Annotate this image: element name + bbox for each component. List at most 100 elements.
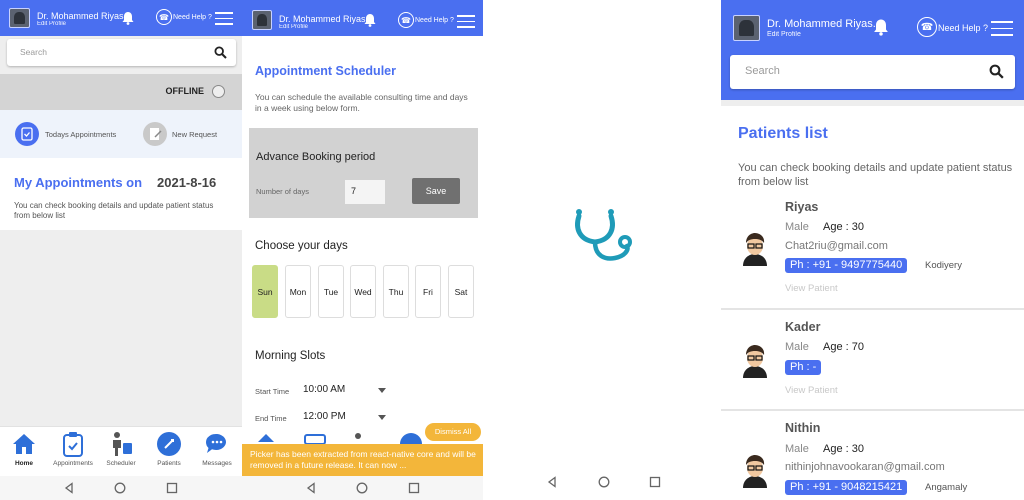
home-circle-icon[interactable] [598,476,610,488]
nav-home-label: Home [14,460,34,467]
need-help-link[interactable]: Need Help ? [173,14,212,21]
patient-phone[interactable]: Ph : +91 - 9048215421 [785,480,908,495]
nav-appointments-label: Appointments [53,460,93,467]
search-bar[interactable]: Search [7,39,236,66]
search-bar[interactable]: Search [730,55,1015,89]
start-time-select[interactable]: 10:00 AM [303,384,345,395]
menu-icon[interactable] [457,15,475,32]
chevron-down-icon[interactable] [378,415,386,420]
recents-icon[interactable] [408,482,420,494]
todays-appointments-button[interactable]: Todays Appointments [45,130,116,139]
patient-email: Chat2riu@gmail.com [785,240,888,252]
menu-icon[interactable] [991,21,1013,40]
patient-phone[interactable]: Ph : +91 - 9497775440 [785,258,908,273]
bell-icon[interactable] [362,12,378,28]
bell-icon[interactable] [871,17,891,37]
patients-icon [157,432,181,456]
status-toggle[interactable] [212,85,225,98]
nav-patients[interactable]: Patients [145,431,193,467]
new-request-icon[interactable] [143,122,167,146]
patient-avatar [743,455,767,488]
day-fri[interactable]: Fri [415,265,441,318]
day-thu[interactable]: Thu [383,265,409,318]
whatsapp-icon[interactable]: ☎ [156,9,172,25]
bell-icon[interactable] [120,10,136,26]
choose-days-heading: Choose your days [255,240,348,252]
patient-card[interactable]: Nithin Male Age : 30 nithinjohnavookaran… [721,419,1024,500]
chevron-down-icon[interactable] [378,388,386,393]
search-input[interactable]: Search [745,65,780,77]
my-appointments-card: My Appointments on 2021-8-16 You can che… [0,158,242,230]
nav-scheduler-label: Scheduler [106,460,136,467]
search-icon[interactable] [214,46,227,59]
appointments-title: My Appointments on [14,175,143,190]
edit-profile-link[interactable]: Edit Profile [279,24,308,30]
patient-avatar [743,345,767,378]
system-navigation [483,476,721,500]
back-icon[interactable] [546,476,558,488]
day-sun[interactable]: Sun [252,265,278,318]
dismiss-all-button[interactable]: Dismiss All [425,423,481,441]
patient-place: Angamaly [925,482,968,493]
save-button[interactable]: Save [412,178,460,204]
warning-toast[interactable]: Picker has been extracted from react-nat… [242,444,483,476]
status-label: OFFLINE [165,86,205,96]
whatsapp-icon[interactable]: ☎ [917,17,937,37]
home-circle-icon[interactable] [356,482,368,494]
home-circle-icon[interactable] [114,482,126,494]
home-icon [258,434,274,442]
system-navigation [0,476,242,500]
day-tue[interactable]: Tue [318,265,344,318]
recents-icon[interactable] [649,476,661,488]
search-icon[interactable] [989,64,1004,79]
divider [721,409,1024,411]
need-help-link[interactable]: Need Help ? [415,17,454,24]
nav-home[interactable]: Home [0,431,48,467]
splash-screen [483,0,721,500]
search-input[interactable]: Search [20,47,47,57]
patient-email: nithinjohnavookaran@gmail.com [785,461,945,473]
doctor-name[interactable]: Dr. Mohammed Riyas... [279,14,373,24]
menu-icon[interactable] [215,12,233,29]
nav-messages[interactable]: Messages [193,431,241,467]
doctor-avatar[interactable] [252,10,272,30]
nav-appointments[interactable]: Appointments [49,431,97,467]
patient-gender: Male [785,443,809,455]
edit-profile-link[interactable]: Edit Profile [37,21,66,27]
system-navigation [242,476,483,500]
day-wed[interactable]: Wed [350,265,376,318]
day-sat[interactable]: Sat [448,265,474,318]
nav-scheduler[interactable]: Scheduler [97,431,145,467]
new-request-button[interactable]: New Request [172,130,217,139]
number-of-days-input[interactable]: 7 [345,180,385,204]
back-icon[interactable] [305,482,317,494]
view-patient-link[interactable]: View Patient [785,385,838,396]
patient-age: Age : 30 [823,221,864,233]
edit-profile-link[interactable]: Edit Profile [767,31,801,38]
doctor-name[interactable]: Dr. Mohammed Riyas... [767,18,882,30]
whatsapp-icon[interactable]: ☎ [398,12,414,28]
nav-patients-label: Patients [157,460,181,467]
doctor-name[interactable]: Dr. Mohammed Riyas... [37,11,131,21]
patient-phone[interactable]: Ph : - [785,360,822,375]
recents-icon[interactable] [166,482,178,494]
doctor-avatar[interactable] [9,8,30,28]
view-patient-link[interactable]: View Patient [785,283,838,294]
day-mon[interactable]: Mon [285,265,311,318]
back-icon[interactable] [63,482,75,494]
patients-screen: Dr. Mohammed Riyas... Edit Profile ☎ Nee… [721,0,1024,500]
advance-booking-card: Advance Booking period Number of days 7 … [249,128,478,218]
warning-message: Picker has been extracted from react-nat… [250,449,476,470]
scheduler-icon [113,432,132,456]
patient-card[interactable]: Riyas Male Age : 30 Chat2riu@gmail.com P… [721,196,1024,296]
patient-card[interactable]: Kader Male Age : 70 Ph : - View Patient [721,317,1024,417]
doctor-avatar[interactable] [733,15,760,41]
need-help-link[interactable]: Need Help ? [938,23,988,33]
patient-name: Riyas [785,200,819,214]
patients-list-title: Patients list [738,125,828,142]
appointments-description: You can check booking details and update… [14,201,214,220]
todays-appointments-icon[interactable] [15,122,39,146]
end-time-select[interactable]: 12:00 PM [303,411,346,422]
scheduler-description: You can schedule the available consultin… [255,92,468,113]
clipboard-icon [63,432,83,457]
